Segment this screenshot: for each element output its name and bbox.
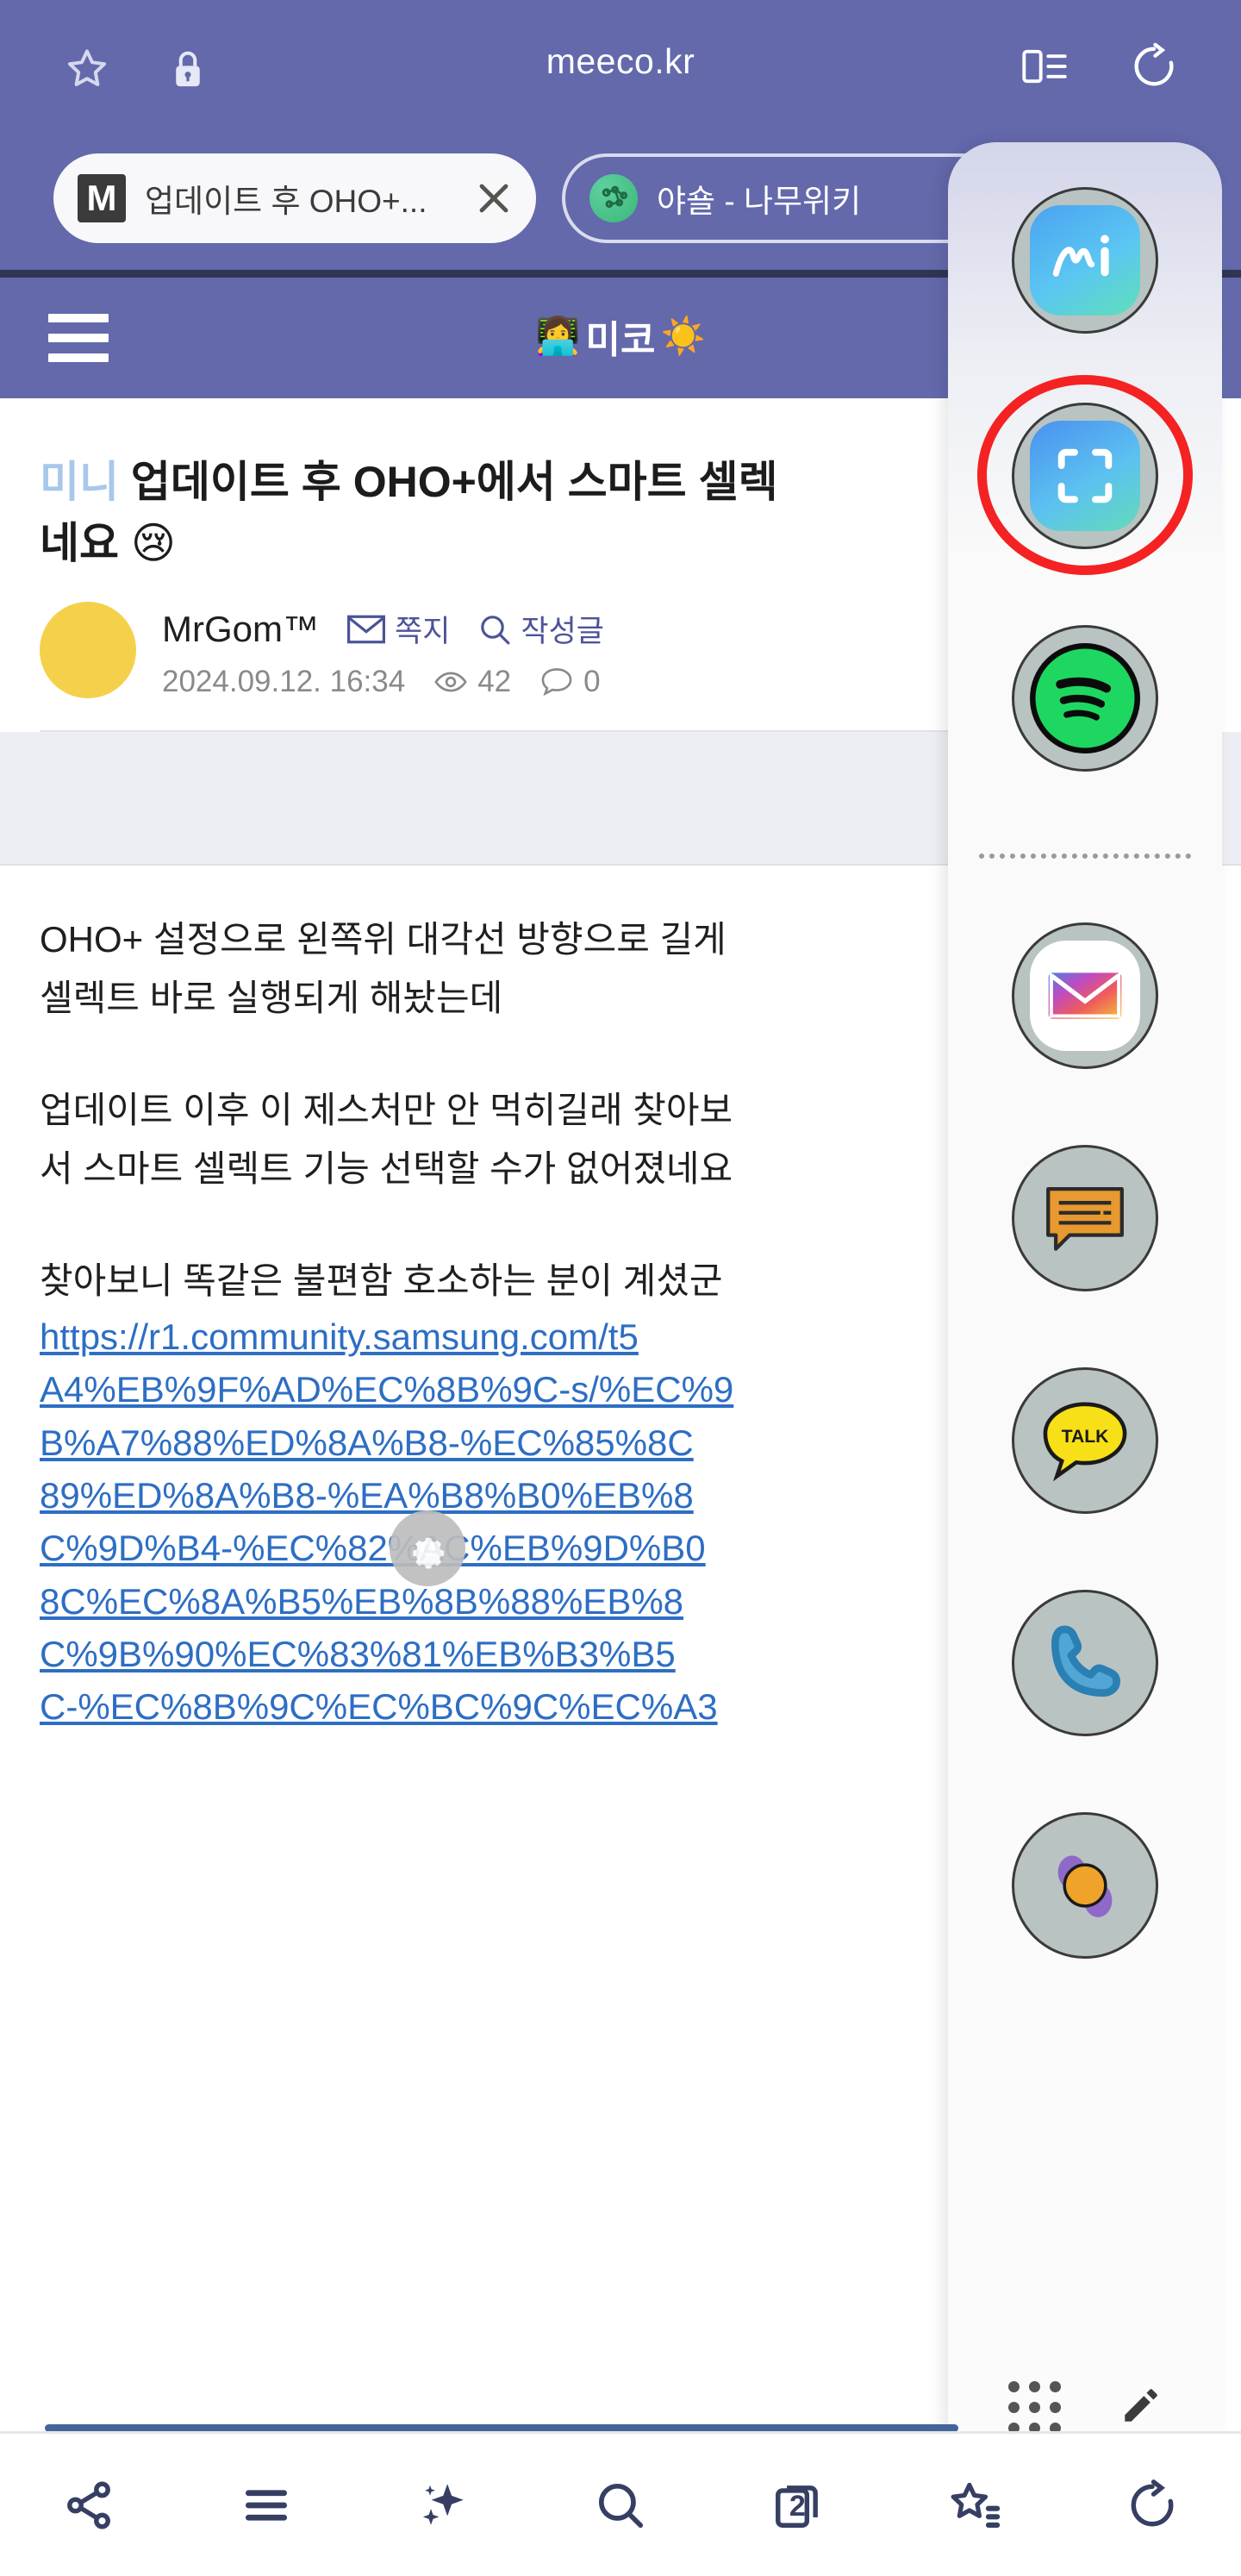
tab-favicon-meeco: M [78,174,126,222]
nav-ai-assist-button[interactable] [354,2433,532,2576]
edge-app-smart-select-scan[interactable] [1012,403,1158,549]
site-logo-emoji: 👩‍💻 [535,315,581,356]
link-line: C%9D%B4-%EC%82%AC%EB%9D%B0 [40,1528,706,1569]
link-line: 8C%EC%8A%B5%EB%8B%88%EB%8 [40,1580,684,1622]
send-message-label: 쪽지 [395,615,451,648]
author-avatar[interactable] [40,602,136,698]
eye-icon [434,672,467,692]
dot [1049,2402,1061,2413]
edge-app-spotify[interactable] [1012,625,1158,772]
meta-column: MrGom™ 쪽지 작성글 2024.09.12. 16:34 42 0 [162,602,604,699]
edge-app-photo-editor[interactable] [1012,1812,1158,1959]
dot [1028,2402,1040,2413]
sparkle-icon [423,2483,465,2525]
gmail-icon [1030,941,1140,1051]
paragraph-line: OHO+ 설정으로 왼쪽위 대각선 방향으로 길게 [40,919,727,960]
site-logo-sun-emoji: ☀️ [660,315,706,356]
samsung-notes-ai-icon [1030,205,1140,316]
gear-icon [413,1537,444,1569]
view-count-value: 42 [477,665,512,698]
browser-bottom-nav: 2 [0,2431,1241,2576]
tab-favicon-namuwiki [589,174,638,222]
paragraph-line: 셀렉트 바로 실행되게 해놨는데 [40,978,503,1019]
reload-icon[interactable] [1129,41,1179,91]
list-menu-icon [245,2489,287,2521]
link-line: C-%EC%8B%9C%EC%BC%9C%EC%A3 [40,1686,718,1728]
dot [1028,2381,1040,2392]
view-count: 42 [434,665,511,699]
link-line: https://r1.community.samsung.com/t5 [40,1316,639,1358]
site-logo-text: 미코 [585,319,656,361]
comment-count-value: 0 [583,665,601,698]
nav-tabs-button[interactable]: 2 [709,2433,887,2576]
edge-app-phone[interactable] [1012,1590,1158,1736]
browser-address-bar: meeco.kr [0,0,1241,138]
edge-panel[interactable]: TALK [948,142,1222,2470]
edge-app-kakaotalk[interactable]: TALK [1012,1367,1158,1514]
kakaotalk-icon: TALK [1030,1385,1140,1496]
page-scrollbar[interactable] [0,2423,1241,2432]
link-line: C%9B%90%EC%83%81%EB%B3%B5 [40,1634,676,1675]
article-date: 2024.09.12. 16:34 [162,665,406,698]
edge-app-samsung-notes-ai[interactable] [1012,187,1158,334]
meta-line-author: MrGom™ 쪽지 작성글 [162,607,604,651]
dot [1007,2402,1020,2413]
messages-icon [1030,1163,1140,1273]
edge-app-messages[interactable] [1012,1145,1158,1291]
send-message-link[interactable]: 쪽지 [346,607,450,651]
author-posts-label: 작성글 [521,615,605,648]
comment-icon [541,668,572,697]
link-line: 89%ED%8A%B8-%EA%B8%B0%EB%8 [40,1475,694,1516]
phone-icon [1030,1608,1140,1718]
nav-menu-button[interactable] [178,2433,355,2576]
link-line: B%A7%88%ED%8A%B8-%EC%85%8C [40,1422,694,1463]
paragraph-line: 업데이트 이후 이 제스처만 안 먹히길래 찾아보 [40,1090,733,1131]
spotify-icon [1030,643,1140,753]
dot [1007,2381,1020,2392]
floating-settings-button[interactable] [390,1510,465,1586]
meta-line-stats: 2024.09.12. 16:34 42 0 [162,665,604,699]
svg-text:TALK: TALK [1062,1427,1109,1447]
article-title-text-line2: 네요 [40,519,119,567]
refresh-icon [1131,2479,1174,2526]
photo-editor-icon [1030,1830,1140,1941]
article-title-emoji: 😢 [130,519,177,567]
comment-count: 0 [540,665,601,699]
browser-tab-active[interactable]: M 업데이트 후 OHO+... [53,153,536,243]
link-line: A4%EB%9F%AD%EC%8B%9C-s/%EC%9 [40,1369,734,1410]
article-title-text: 업데이트 후 OHO+에서 스마트 셀렉 [130,458,778,506]
nav-search-button[interactable] [532,2433,709,2576]
nav-share-button[interactable] [0,2433,178,2576]
screen: meeco.kr M 업데이트 후 OHO+... [0,0,1241,2576]
paragraph-line: 서 스마트 셀렉트 기능 선택할 수가 없어졌네요 [40,1148,733,1190]
search-icon [598,2483,644,2528]
author-name[interactable]: MrGom™ [162,609,319,650]
nav-bookmarks-button[interactable] [887,2433,1064,2576]
smart-select-scan-icon [1030,421,1140,531]
author-posts-link[interactable]: 작성글 [477,607,604,651]
envelope-icon [346,615,386,643]
bookmark-star-list-icon [951,2482,1001,2528]
tab-title: 업데이트 후 OHO+... [145,184,427,219]
reader-view-icon[interactable] [1020,43,1069,90]
tab-count-badge: 2 [789,2489,806,2523]
tab-close-button[interactable] [464,153,524,243]
search-icon [481,615,510,644]
edge-app-gmail[interactable] [1012,922,1158,1069]
article-category[interactable]: 미니 [40,458,119,506]
paragraph-line: 찾아보니 똑같은 불편함 호소하는 분이 계셨군 [40,1260,723,1302]
nav-refresh-button[interactable] [1063,2433,1241,2576]
edge-panel-separator [979,853,1191,859]
dot [1049,2381,1061,2392]
share-icon [66,2480,110,2529]
